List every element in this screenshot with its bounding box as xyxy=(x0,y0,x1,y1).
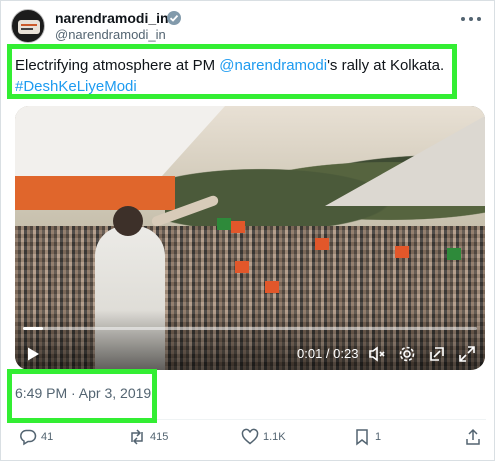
avatar-logo xyxy=(18,20,40,34)
video-player[interactable]: 0:01 / 0:23 xyxy=(15,106,485,370)
tweet-actions: 41 415 1.1K 1 xyxy=(1,426,495,450)
more-options-icon[interactable] xyxy=(459,11,483,27)
video-stage-band xyxy=(15,176,175,210)
verified-badge-icon xyxy=(167,11,181,25)
highlight-box-timestamp xyxy=(7,369,157,423)
video-flag xyxy=(447,248,461,260)
video-flag xyxy=(395,246,409,258)
like-count: 1.1K xyxy=(263,431,286,443)
mute-icon[interactable] xyxy=(367,344,387,364)
display-name[interactable]: narendramodi_in xyxy=(55,10,169,26)
avatar[interactable] xyxy=(11,9,45,43)
reply-icon xyxy=(20,429,37,446)
video-speaker-head xyxy=(113,206,143,236)
video-time-readout: 0:01 / 0:23 xyxy=(297,346,359,361)
video-flag xyxy=(217,218,231,230)
play-icon[interactable] xyxy=(25,346,41,362)
tweet-card: narendramodi_in @narendramodi_in Electri… xyxy=(0,0,495,461)
fullscreen-icon[interactable] xyxy=(457,344,477,364)
video-scrubber-progress xyxy=(23,327,43,330)
share-icon xyxy=(466,428,480,445)
video-flag xyxy=(315,238,329,250)
repost-count: 415 xyxy=(150,431,169,443)
heart-icon xyxy=(241,428,259,445)
tweet-header: narendramodi_in @narendramodi_in xyxy=(11,7,491,43)
reply-count: 41 xyxy=(41,431,54,443)
settings-gear-icon[interactable] xyxy=(397,344,417,364)
video-flag xyxy=(235,261,249,273)
highlight-box-text xyxy=(7,44,457,99)
bookmark-count: 1 xyxy=(375,431,382,443)
video-flag xyxy=(265,281,279,293)
pop-out-icon[interactable] xyxy=(427,344,447,364)
bookmark-icon xyxy=(356,429,368,446)
video-flag xyxy=(231,221,245,233)
user-handle[interactable]: @narendramodi_in xyxy=(55,27,166,42)
repost-icon xyxy=(131,429,143,445)
video-scrubber[interactable] xyxy=(23,327,477,330)
